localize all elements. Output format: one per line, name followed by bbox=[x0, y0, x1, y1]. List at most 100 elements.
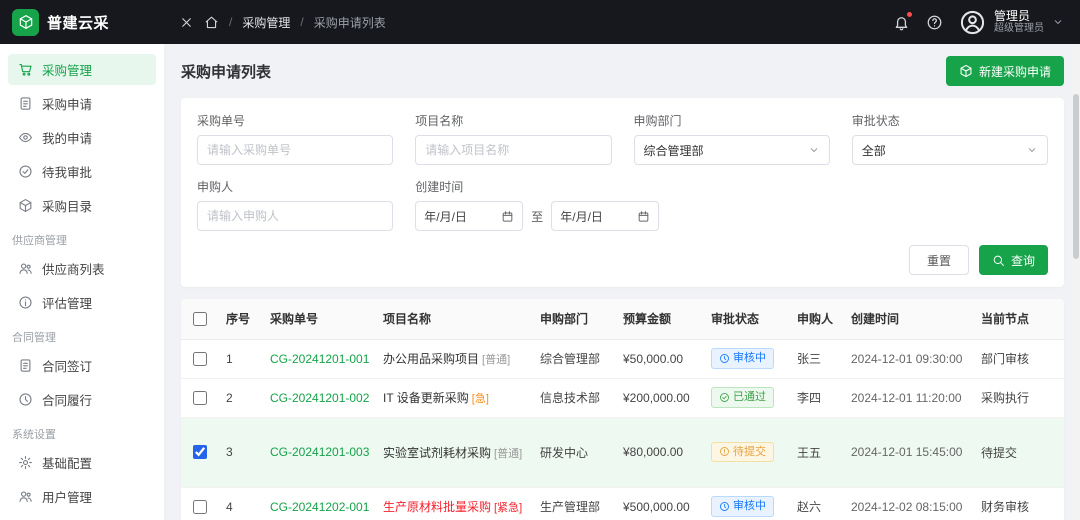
row-checkbox[interactable] bbox=[192, 445, 207, 460]
date-start-input[interactable]: 年/月/日 bbox=[415, 201, 524, 231]
new-request-button[interactable]: 新建采购申请 bbox=[945, 56, 1064, 86]
approval-status-cell: 审核中 bbox=[703, 339, 789, 379]
user-menu[interactable]: 管理员 超级管理员 bbox=[959, 9, 1064, 36]
status-badge: 审核中 bbox=[711, 496, 774, 517]
sidebar-item[interactable]: 基础配置 bbox=[8, 447, 156, 478]
clock-icon bbox=[18, 392, 33, 407]
create-time-cell: 2024-12-01 15:45:00 bbox=[843, 417, 973, 488]
sidebar-item[interactable]: 用户管理 bbox=[8, 481, 156, 512]
order-no-input[interactable] bbox=[197, 135, 394, 165]
status-badge: 审核中 bbox=[711, 348, 774, 369]
breadcrumb-item-root[interactable]: 采购管理 bbox=[242, 14, 290, 31]
row-checkbox[interactable] bbox=[192, 499, 207, 514]
sidebar-item-label: 我的申请 bbox=[42, 132, 93, 146]
breadcrumb-separator: / bbox=[229, 15, 233, 29]
check-icon bbox=[719, 392, 730, 403]
sidebar-item[interactable]: 供应商列表 bbox=[8, 253, 156, 284]
project-name: 生产原材料批量采购 bbox=[383, 500, 492, 514]
sidebar-item-label: 供应商列表 bbox=[42, 263, 105, 277]
sidebar-item[interactable]: 合同履行 bbox=[8, 384, 156, 415]
applicant-cell: 王五 bbox=[789, 417, 843, 488]
select-all-checkbox[interactable] bbox=[192, 312, 207, 327]
project-name-input[interactable] bbox=[415, 135, 612, 165]
sidebar-item-label: 用户管理 bbox=[42, 491, 93, 505]
sidebar-item[interactable]: 待我审批 bbox=[8, 156, 156, 187]
order-number-link[interactable]: CG-20241201-001 bbox=[270, 352, 369, 366]
sidebar-item[interactable]: 采购申请 bbox=[8, 88, 156, 119]
scrollbar-track[interactable] bbox=[1072, 44, 1080, 520]
department-label: 申购部门 bbox=[633, 114, 682, 128]
breadcrumb: / 采购管理 / 采购申请列表 bbox=[165, 14, 386, 31]
approval-status-select[interactable]: 全部 bbox=[851, 135, 1048, 165]
priority-tag: [普通] bbox=[482, 354, 511, 366]
sidebar-item[interactable]: 我的申请 bbox=[8, 122, 156, 153]
row-checkbox[interactable] bbox=[192, 390, 207, 405]
column-header: 创建时间 bbox=[843, 299, 973, 340]
status-badge: 待提交 bbox=[711, 441, 774, 463]
table-body: 1 CG-20241201-001 办公用品采购项目 [普通] 综合管理部 ¥50… bbox=[181, 339, 1064, 520]
people-icon bbox=[18, 489, 33, 504]
cart-icon bbox=[18, 62, 33, 77]
gear-icon bbox=[18, 455, 33, 470]
help-icon[interactable] bbox=[926, 14, 943, 31]
department-select[interactable]: 综合管理部 bbox=[633, 135, 830, 165]
info-icon bbox=[18, 295, 33, 310]
column-header: 申购部门 bbox=[532, 299, 615, 340]
close-icon[interactable] bbox=[179, 15, 194, 30]
create-time-cell: 2024-12-01 09:30:00 bbox=[843, 339, 973, 379]
chevron-down-icon bbox=[1052, 16, 1064, 28]
calendar-icon bbox=[501, 210, 514, 223]
create-time-cell: 2024-12-02 08:15:00 bbox=[843, 487, 973, 520]
project-name: IT 设备更新采购 bbox=[383, 391, 469, 405]
row-index: 2 bbox=[218, 378, 262, 418]
applicant-cell: 李四 bbox=[789, 378, 843, 418]
create-time-cell: 2024-12-01 11:20:00 bbox=[843, 378, 973, 418]
table-row[interactable]: 4 CG-20241202-001 生产原材料批量采购 [紧急] 生产管理部 ¥5… bbox=[181, 487, 1064, 520]
user-name: 管理员 bbox=[994, 8, 1031, 23]
sidebar-item[interactable]: 采购目录 bbox=[8, 190, 156, 221]
breadcrumb-item-current: 采购申请列表 bbox=[313, 15, 386, 30]
table-row[interactable]: 1 CG-20241201-001 办公用品采购项目 [普通] 综合管理部 ¥50… bbox=[181, 339, 1064, 379]
calendar-icon bbox=[637, 210, 650, 223]
sidebar-item[interactable]: 合同签订 bbox=[8, 350, 156, 381]
app-logo[interactable]: 普建云采 bbox=[0, 8, 165, 36]
priority-tag: [普通] bbox=[494, 447, 523, 460]
search-icon bbox=[992, 254, 1005, 267]
order-number-link[interactable]: CG-20241201-002 bbox=[270, 391, 369, 405]
order-number-link[interactable]: CG-20241202-001 bbox=[270, 500, 369, 514]
search-button[interactable]: 查询 bbox=[978, 245, 1048, 275]
column-header: 序号 bbox=[218, 299, 262, 340]
approval-status-cell: 已通过 bbox=[703, 378, 789, 418]
row-checkbox[interactable] bbox=[192, 351, 207, 366]
sidebar-item-label: 合同签订 bbox=[42, 360, 93, 374]
date-range-separator: 至 bbox=[531, 209, 544, 224]
sidebar-item[interactable]: 评估管理 bbox=[8, 287, 156, 318]
department-cell: 生产管理部 bbox=[532, 487, 615, 520]
order-number-link[interactable]: CG-20241201-003 bbox=[270, 445, 369, 459]
logo-box-icon bbox=[12, 8, 39, 36]
sidebar-item-label: 采购管理 bbox=[42, 64, 93, 78]
home-icon[interactable] bbox=[204, 15, 219, 30]
check-circle-icon bbox=[18, 164, 33, 179]
row-index: 4 bbox=[218, 487, 262, 520]
department-cell: 综合管理部 bbox=[532, 339, 615, 379]
department-cell: 信息技术部 bbox=[532, 378, 615, 418]
notification-bell-icon[interactable] bbox=[893, 10, 913, 31]
table-row[interactable]: 2 CG-20241201-002 IT 设备更新采购 [急] 信息技术部 ¥20… bbox=[181, 378, 1064, 418]
applicant-input[interactable] bbox=[197, 201, 394, 231]
doc-icon bbox=[18, 96, 33, 111]
create-time-label: 创建时间 bbox=[415, 180, 464, 194]
reset-button[interactable]: 重置 bbox=[908, 245, 969, 275]
sidebar-item[interactable]: 采购管理 bbox=[8, 54, 156, 85]
table-header-row: 序号采购单号项目名称申购部门预算金额审批状态申购人创建时间当前节点操作 bbox=[181, 299, 1064, 340]
status-badge: 已通过 bbox=[711, 387, 774, 408]
date-end-input[interactable]: 年/月/日 bbox=[551, 201, 660, 231]
sidebar-item-label: 采购申请 bbox=[42, 98, 93, 112]
table-row[interactable]: 3 CG-20241201-003 实验室试剂耗材采购 [普通] 研发中心 ¥80… bbox=[181, 417, 1064, 488]
row-index: 3 bbox=[218, 417, 262, 488]
chevron-down-icon bbox=[808, 144, 820, 156]
priority-tag: [急] bbox=[471, 393, 489, 405]
eye-icon bbox=[18, 130, 33, 145]
scrollbar-thumb[interactable] bbox=[1073, 94, 1079, 259]
column-header: 审批状态 bbox=[703, 299, 789, 340]
